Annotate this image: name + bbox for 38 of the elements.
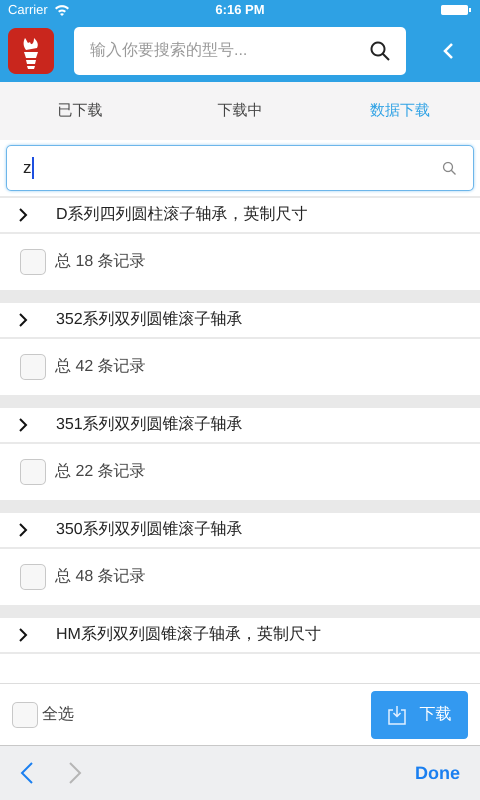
clock: 6:16 PM xyxy=(215,1,265,20)
record-count: 总 18 条记录 xyxy=(55,252,146,272)
battery-icon xyxy=(440,4,472,16)
group-header[interactable]: 350系列双列圆锥滚子轴承 xyxy=(0,513,480,547)
group-header[interactable]: D系列四列圆柱滚子轴承，英制尺寸 xyxy=(0,198,480,232)
checkbox[interactable] xyxy=(20,459,46,485)
previous-icon[interactable] xyxy=(20,761,34,785)
group-header[interactable]: 351系列双列圆锥滚子轴承 xyxy=(0,408,480,442)
record-count: 总 22 条记录 xyxy=(55,462,146,482)
wifi-icon xyxy=(54,4,70,16)
record-row[interactable]: 总 22 条记录 xyxy=(0,444,480,500)
record-count: 总 48 条记录 xyxy=(55,567,146,587)
filter-field[interactable]: z xyxy=(6,145,474,191)
search-icon[interactable] xyxy=(370,41,390,61)
checkbox[interactable] xyxy=(20,249,46,275)
tab[interactable]: 已下载 xyxy=(0,82,160,140)
group-title: HM系列双列圆锥滚子轴承，英制尺寸 xyxy=(56,624,321,645)
group-header[interactable]: HM系列双列圆锥滚子轴承，英制尺寸 xyxy=(0,618,480,652)
search-field[interactable]: 输入你要搜索的型号... xyxy=(74,27,406,75)
record-row[interactable]: 总 18 条记录 xyxy=(0,234,480,290)
checkbox[interactable] xyxy=(12,702,38,728)
checkbox[interactable] xyxy=(20,354,46,380)
group-header[interactable]: 352系列双列圆锥滚子轴承 xyxy=(0,303,480,337)
back-icon[interactable] xyxy=(442,42,454,60)
record-count: 总 42 条记录 xyxy=(55,357,146,377)
record-row[interactable]: 总 42 条记录 xyxy=(0,339,480,395)
text-cursor xyxy=(32,157,34,179)
checkbox[interactable] xyxy=(20,564,46,590)
group-title: 352系列双列圆锥滚子轴承 xyxy=(56,310,243,330)
select-all-label: 全选 xyxy=(42,704,74,724)
group-title: 351系列双列圆锥滚子轴承 xyxy=(56,414,243,435)
download-icon xyxy=(388,704,406,724)
record-row[interactable]: 总 48 条记录 xyxy=(0,549,480,605)
carrier-label: Carrier xyxy=(8,1,48,20)
app-logo-icon[interactable] xyxy=(8,28,54,74)
group-title: D系列四列圆柱滚子轴承，英制尺寸 xyxy=(56,204,308,225)
group-title: 350系列双列圆锥滚子轴承 xyxy=(56,520,243,540)
tab[interactable]: 下载中 xyxy=(160,82,320,140)
